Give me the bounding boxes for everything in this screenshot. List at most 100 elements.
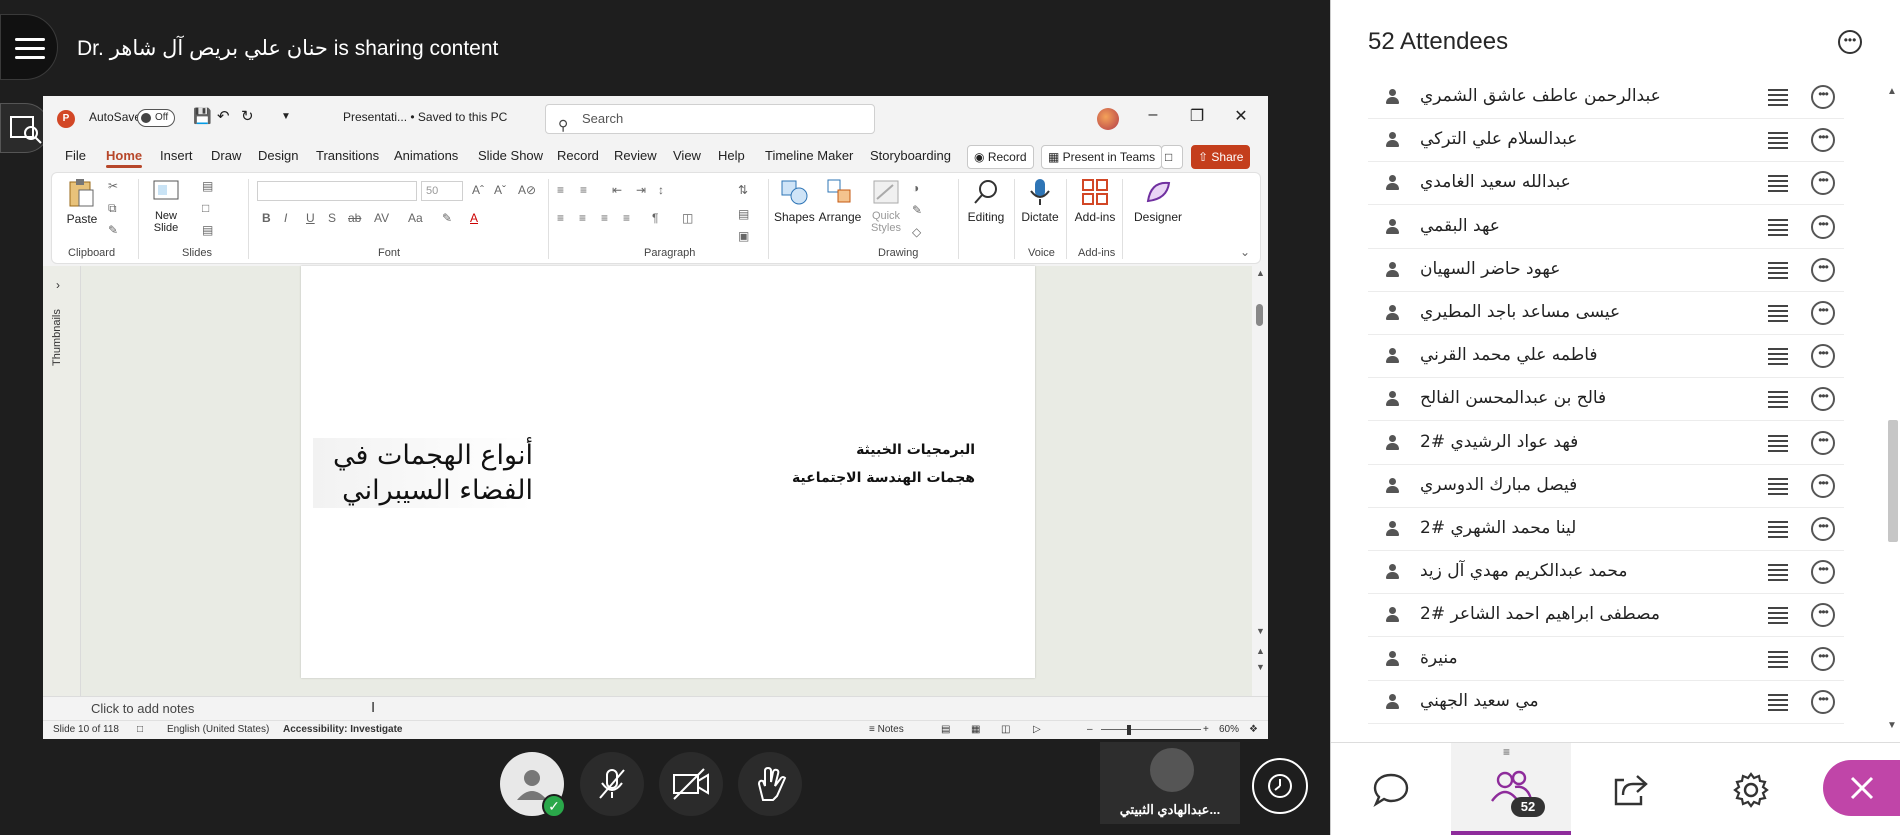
tab-slide-show[interactable]: Slide Show — [478, 148, 543, 163]
close-panel-button[interactable] — [1823, 760, 1900, 816]
bold-icon[interactable]: B — [262, 211, 271, 225]
format-painter-icon[interactable]: ✎ — [108, 223, 118, 237]
shapes-button[interactable]: Shapes — [774, 177, 815, 224]
attendee-row[interactable]: عيسى مساعد باجد المطيري ••• — [1368, 292, 1844, 335]
attendee-more-icon[interactable]: ••• — [1811, 603, 1835, 628]
redo-icon[interactable]: ↻ — [241, 107, 254, 125]
slideshow-view-icon[interactable]: ▷ — [1033, 724, 1041, 735]
main-menu-button[interactable] — [0, 14, 58, 80]
scroll-up-icon[interactable]: ▲ — [1887, 86, 1897, 97]
attendee-more-icon[interactable]: ••• — [1811, 473, 1835, 498]
tab-animations[interactable]: Animations — [394, 148, 458, 163]
attendee-row[interactable]: مصطفى ابراهيم احمد الشاعر #2 ••• — [1368, 594, 1844, 638]
minimize-icon[interactable]: – — [1141, 106, 1165, 124]
attendee-more-icon[interactable]: ••• — [1811, 301, 1835, 325]
scroll-down-icon[interactable]: ▼ — [1887, 720, 1897, 731]
zoom-out-icon[interactable]: – — [1087, 724, 1093, 735]
active-speaker-tile[interactable]: عبدالهادي الثبيتي... — [1100, 742, 1240, 824]
tab-design[interactable]: Design — [258, 148, 298, 163]
record-button[interactable]: ◉ Record — [967, 145, 1034, 169]
attendee-row[interactable]: فاطمه علي محمد القرني ••• — [1368, 335, 1844, 379]
underline-icon[interactable]: U — [306, 211, 315, 225]
attendee-row[interactable]: عبدالسلام علي التركي ••• — [1368, 119, 1844, 163]
attendee-more-icon[interactable]: ••• — [1811, 387, 1835, 412]
attendees-scroll-thumb[interactable] — [1888, 420, 1898, 542]
attendee-more-icon[interactable]: ••• — [1811, 85, 1835, 109]
attendees-more-icon[interactable]: ••• — [1838, 30, 1862, 54]
dictate-button[interactable]: Dictate — [1018, 177, 1062, 224]
copy-icon[interactable]: ⧉ — [108, 201, 117, 216]
shadow-icon[interactable]: S — [328, 211, 336, 225]
collapse-ribbon-icon[interactable]: ⌄ — [1240, 245, 1250, 259]
close-icon[interactable]: ✕ — [1229, 106, 1253, 126]
user-avatar[interactable] — [1097, 108, 1119, 130]
attendee-row[interactable]: مي سعيد الجهني ••• — [1368, 681, 1844, 724]
attendee-row[interactable]: عبدالرحمن عاطف عاشق الشمري ••• — [1368, 76, 1844, 119]
save-icon[interactable]: 💾 — [193, 107, 212, 125]
ppt-search-box[interactable]: ⚲ Search — [545, 104, 875, 134]
settings-button[interactable] — [1691, 743, 1811, 835]
tab-transitions[interactable]: Transitions — [316, 148, 379, 163]
decrease-indent-icon[interactable]: ⇤ — [612, 183, 622, 197]
scroll-up-icon[interactable]: ▲ — [1256, 268, 1265, 278]
shape-effects-icon[interactable]: ◇ — [912, 225, 921, 239]
editing-button[interactable]: Editing — [964, 177, 1008, 224]
tab-draw[interactable]: Draw — [211, 148, 241, 163]
scroll-down-icon[interactable]: ▼ — [1256, 626, 1265, 636]
attendees-tab-button[interactable]: ≡ 52 — [1451, 743, 1571, 835]
attendee-row[interactable]: فالح بن عبدالمحسن الفالح ••• — [1368, 378, 1844, 422]
chat-button[interactable] — [1331, 743, 1451, 835]
bullets-icon[interactable]: ≡ — [557, 183, 564, 197]
increase-font-icon[interactable]: Aˆ — [472, 183, 484, 197]
slide-canvas[interactable]: أنواع الهجمات في الفضاء السيبراني البرمج… — [301, 266, 1035, 678]
zoom-in-icon[interactable]: + — [1203, 724, 1209, 735]
attendee-row[interactable]: فيصل مبارك الدوسري ••• — [1368, 465, 1844, 508]
spacing-icon[interactable]: AV — [374, 211, 389, 225]
customize-qat-icon[interactable]: ▼ — [281, 111, 291, 122]
document-title[interactable]: Presentati... • Saved to this PC — [343, 110, 507, 124]
comments-icon[interactable]: □ — [1161, 145, 1183, 169]
add-ins-button[interactable]: Add-ins — [1072, 177, 1118, 224]
columns-icon[interactable]: ◫ — [682, 211, 693, 225]
decrease-font-icon[interactable]: Aˇ — [494, 183, 506, 197]
fit-slide-icon[interactable]: ❖ — [1249, 724, 1258, 735]
clear-format-icon[interactable]: A⊘ — [518, 183, 536, 197]
designer-button[interactable]: Designer — [1130, 177, 1186, 224]
microphone-off-button[interactable] — [580, 752, 644, 816]
my-avatar-button[interactable]: ✓ — [500, 752, 566, 818]
session-timer-button[interactable] — [1252, 758, 1308, 814]
slide-title[interactable]: أنواع الهجمات في الفضاء السيبراني — [313, 438, 533, 508]
attendees-scrollbar[interactable]: ▲ ▼ — [1884, 80, 1900, 740]
zoom-slider[interactable] — [1101, 729, 1201, 730]
reading-view-icon[interactable]: ◫ — [1001, 724, 1010, 735]
change-case-icon[interactable]: Aa — [408, 211, 423, 225]
previous-slide-icon[interactable]: ▲ — [1256, 646, 1265, 656]
attendee-more-icon[interactable]: ••• — [1811, 214, 1835, 239]
shape-outline-icon[interactable]: ✎ — [912, 203, 922, 217]
attendee-more-icon[interactable]: ••• — [1811, 560, 1835, 585]
new-slide-button[interactable]: New Slide — [144, 177, 188, 234]
slide-bullets[interactable]: البرمجيات الخبيثة هجمات الهندسة الاجتماع… — [792, 436, 975, 492]
tab-help[interactable]: Help — [718, 148, 745, 163]
normal-view-icon[interactable]: ▤ — [941, 724, 950, 735]
share-button[interactable]: ⇧ Share — [1191, 145, 1251, 169]
attendee-row[interactable]: منيرة ••• — [1368, 638, 1844, 681]
attendee-row[interactable]: عهود حاضر السهيان ••• — [1368, 249, 1844, 292]
next-slide-icon[interactable]: ▼ — [1256, 662, 1265, 672]
attendee-row[interactable]: فهد عواد الرشيدي #2 ••• — [1368, 422, 1844, 465]
tab-view[interactable]: View — [673, 148, 701, 163]
tab-home[interactable]: Home — [106, 148, 143, 168]
tab-record[interactable]: Record — [557, 148, 599, 163]
slide-scroll-thumb[interactable] — [1256, 304, 1263, 326]
attendee-more-icon[interactable]: ••• — [1811, 430, 1835, 455]
zoom-slider-thumb[interactable] — [1127, 725, 1131, 735]
attendee-row[interactable]: عبدالله سعيد الغامدي ••• — [1368, 162, 1844, 206]
line-spacing-icon[interactable]: ↕ — [658, 183, 664, 197]
cut-icon[interactable]: ✂ — [108, 179, 118, 193]
expand-thumbnails-icon[interactable]: › — [56, 278, 60, 292]
attendee-more-icon[interactable]: ••• — [1811, 517, 1835, 541]
attendee-row[interactable]: لينا محمد الشهري #2 ••• — [1368, 508, 1844, 551]
section-icon[interactable]: ▤ — [202, 223, 213, 237]
accessibility-status[interactable]: Accessibility: Investigate — [283, 724, 403, 735]
highlight-icon[interactable]: ✎ — [442, 211, 452, 225]
